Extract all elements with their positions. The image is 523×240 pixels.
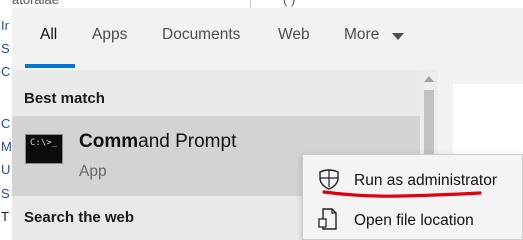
- background-letter: S: [1, 186, 10, 201]
- scroll-up-icon[interactable]: [424, 76, 434, 82]
- tab-more[interactable]: More: [344, 26, 379, 48]
- title-highlight: Comm: [79, 131, 139, 152]
- title-rest: and Prompt: [138, 131, 237, 152]
- background-letter: C: [1, 116, 11, 131]
- search-tabs: All Apps Documents Web More: [12, 8, 523, 68]
- active-tab-indicator: [25, 64, 75, 68]
- tab-all[interactable]: All: [40, 26, 57, 48]
- file-location-icon: [318, 208, 337, 230]
- best-match-heading: Best match: [24, 90, 105, 107]
- background-letter: C: [1, 64, 11, 79]
- menu-item-open-file-location[interactable]: Open file location: [303, 198, 523, 238]
- tab-web[interactable]: Web: [278, 26, 310, 48]
- background-letter: T: [1, 209, 9, 224]
- chevron-down-icon[interactable]: [392, 33, 404, 40]
- search-web-heading: Search the web: [24, 209, 135, 226]
- background-page-left: Ir S C C M U S T: [0, 0, 12, 240]
- background-letter: Ir: [1, 18, 9, 33]
- command-prompt-icon: C:\>_: [25, 134, 63, 164]
- red-underline-annotation: [322, 190, 482, 198]
- background-letter: S: [1, 41, 10, 56]
- best-match-subtitle: App: [79, 163, 107, 180]
- tab-documents[interactable]: Documents: [162, 26, 240, 48]
- background-text-fragment: ( ): [283, 0, 295, 7]
- background-text-fragment: atoraiae: [12, 0, 59, 7]
- best-match-title: Command Prompt: [79, 131, 236, 153]
- tab-apps[interactable]: Apps: [92, 26, 127, 48]
- menu-item-label: Open file location: [354, 212, 474, 229]
- background-letter: M: [1, 139, 12, 154]
- background-letter: U: [1, 162, 11, 177]
